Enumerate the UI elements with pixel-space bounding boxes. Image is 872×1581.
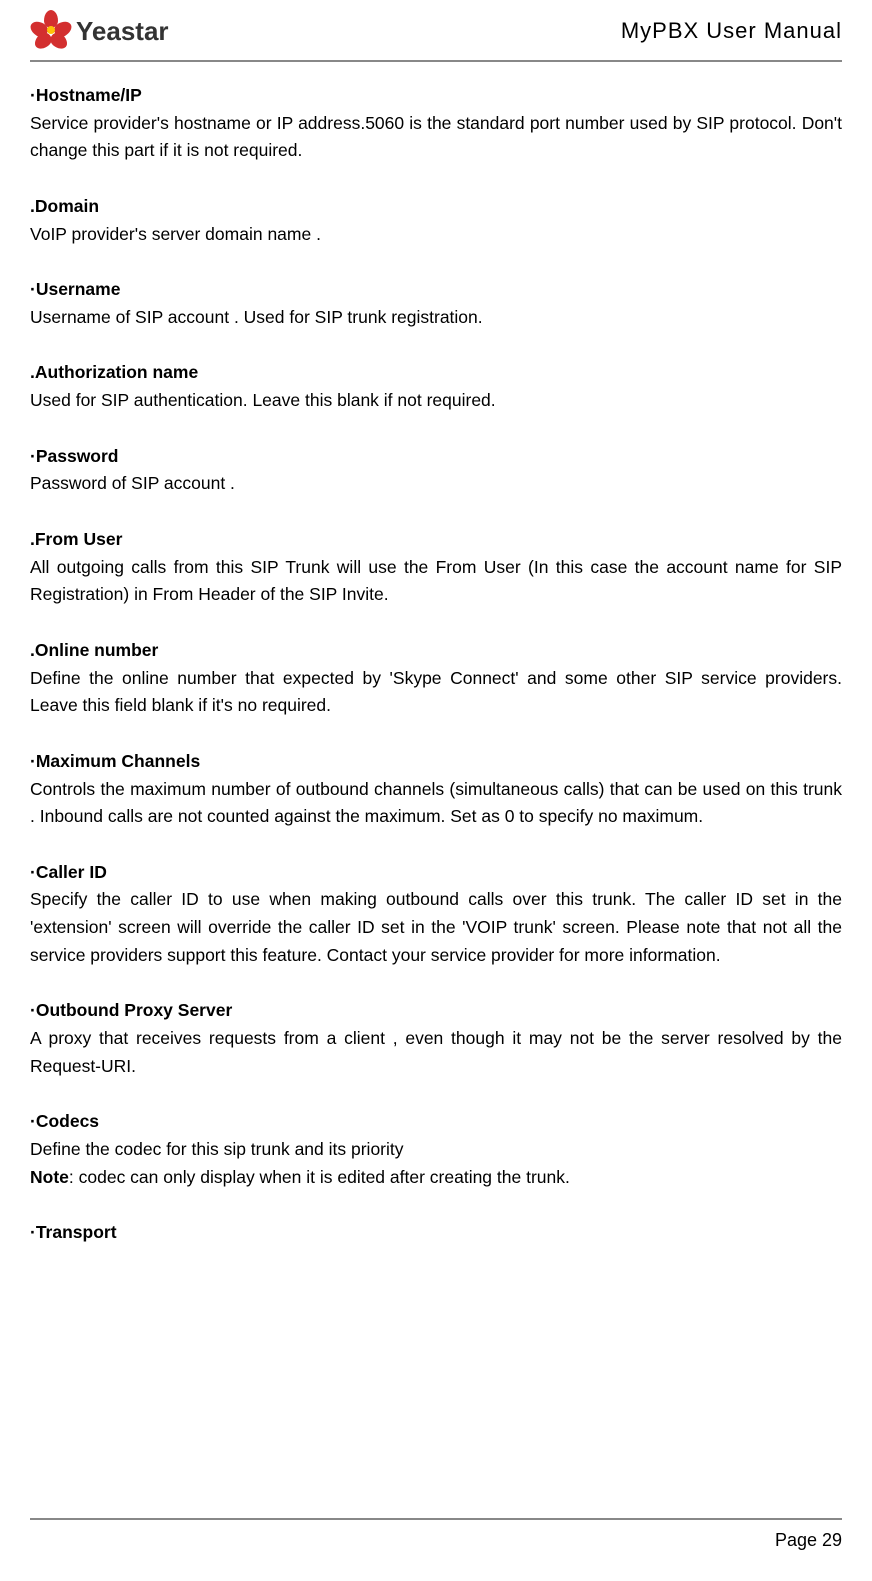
section-title: ·Maximum Channels <box>30 748 842 776</box>
section-body: Username of SIP account . Used for SIP t… <box>30 304 842 332</box>
logo-flower-icon <box>30 10 72 52</box>
section-body: Service provider's hostname or IP addres… <box>30 110 842 165</box>
section-authorization-name: .Authorization name Used for SIP authent… <box>30 359 842 414</box>
document-title: MyPBX User Manual <box>621 18 842 44</box>
section-title: ·Hostname/IP <box>30 82 842 110</box>
section-body: Specify the caller ID to use when making… <box>30 886 842 969</box>
section-body: All outgoing calls from this SIP Trunk w… <box>30 554 842 609</box>
section-title: ·Transport <box>30 1219 842 1247</box>
note-label: Note <box>30 1167 69 1187</box>
section-maximum-channels: ·Maximum Channels Controls the maximum n… <box>30 748 842 831</box>
section-title: ·Password <box>30 443 842 471</box>
page-number: Page 29 <box>775 1530 842 1550</box>
section-body: Define the codec for this sip trunk and … <box>30 1136 842 1164</box>
section-domain: .Domain VoIP provider's server domain na… <box>30 193 842 248</box>
section-caller-id: ·Caller ID Specify the caller ID to use … <box>30 859 842 970</box>
section-title: .Online number <box>30 637 842 665</box>
logo: Yeastar <box>30 10 169 52</box>
section-title: ·Codecs <box>30 1108 842 1136</box>
section-title: .From User <box>30 526 842 554</box>
section-outbound-proxy-server: ·Outbound Proxy Server A proxy that rece… <box>30 997 842 1080</box>
section-title: ·Outbound Proxy Server <box>30 997 842 1025</box>
section-body: VoIP provider's server domain name . <box>30 221 842 249</box>
section-body: Controls the maximum number of outbound … <box>30 776 842 831</box>
header: Yeastar MyPBX User Manual <box>30 10 842 62</box>
brand-text: Yeastar <box>76 16 169 47</box>
section-title: .Authorization name <box>30 359 842 387</box>
section-username: ·Username Username of SIP account . Used… <box>30 276 842 331</box>
section-online-number: .Online number Define the online number … <box>30 637 842 720</box>
footer: Page 29 <box>30 1518 842 1551</box>
section-body: A proxy that receives requests from a cl… <box>30 1025 842 1080</box>
section-title: .Domain <box>30 193 842 221</box>
section-hostname-ip: ·Hostname/IP Service provider's hostname… <box>30 82 842 165</box>
section-body: Used for SIP authentication. Leave this … <box>30 387 842 415</box>
section-from-user: .From User All outgoing calls from this … <box>30 526 842 609</box>
section-body: Password of SIP account . <box>30 470 842 498</box>
note-body: : codec can only display when it is edit… <box>69 1167 570 1187</box>
section-codecs: ·Codecs Define the codec for this sip tr… <box>30 1108 842 1191</box>
content-body: ·Hostname/IP Service provider's hostname… <box>30 82 842 1247</box>
section-body: Define the online number that expected b… <box>30 665 842 720</box>
section-transport: ·Transport <box>30 1219 842 1247</box>
section-title: ·Caller ID <box>30 859 842 887</box>
section-password: ·Password Password of SIP account . <box>30 443 842 498</box>
section-title: ·Username <box>30 276 842 304</box>
section-note: Note: codec can only display when it is … <box>30 1164 842 1192</box>
